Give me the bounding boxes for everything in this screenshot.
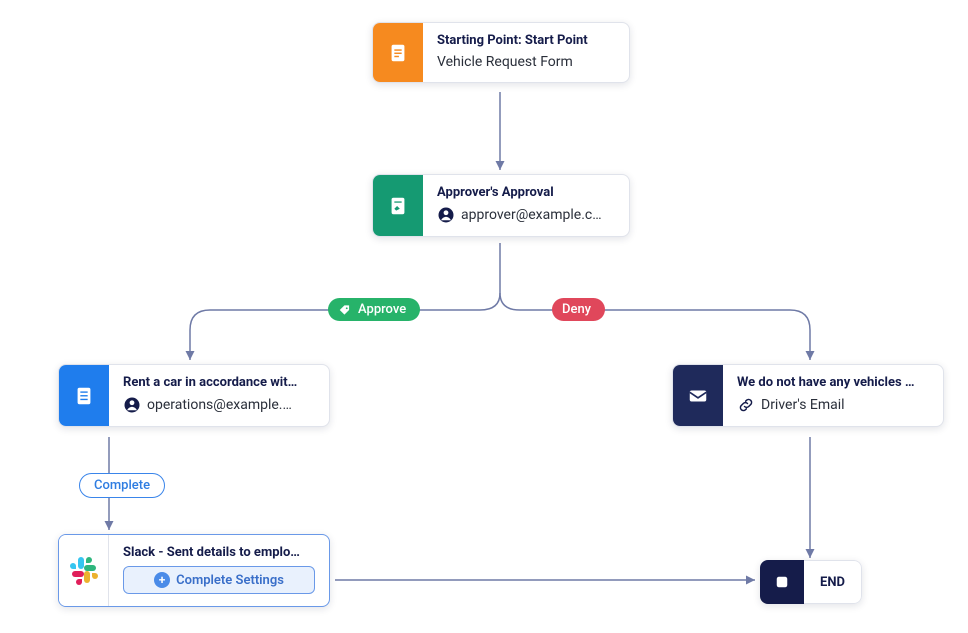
end-label: END [804, 560, 862, 604]
plus-icon: + [154, 572, 170, 588]
reject-sub: Driver's Email [761, 397, 845, 413]
list-document-icon [59, 365, 109, 426]
approve-badge: Approve [328, 298, 420, 321]
complete-settings-button[interactable]: + Complete Settings [123, 566, 315, 594]
envelope-icon [673, 365, 723, 426]
user-icon [437, 206, 455, 224]
start-node[interactable]: Starting Point: Start Point Vehicle Requ… [372, 22, 630, 83]
rent-node[interactable]: Rent a car in accordance wit… operations… [58, 364, 330, 427]
user-icon [123, 396, 141, 414]
reject-title: We do not have any vehicles … [737, 375, 929, 390]
approval-title: Approver's Approval [437, 185, 615, 200]
slack-title: Slack - Sent details to emplo… [123, 545, 315, 560]
complete-badge: Complete [79, 473, 165, 498]
stop-icon [760, 560, 804, 604]
link-icon [737, 396, 755, 414]
approval-node[interactable]: Approver's Approval approver@example.c… [372, 174, 630, 237]
start-subtitle: Vehicle Request Form [437, 54, 615, 70]
deny-badge: Deny [552, 298, 605, 321]
slack-node[interactable]: Slack - Sent details to emplo… + Complet… [58, 534, 330, 607]
sign-document-icon [373, 175, 423, 236]
rent-email: operations@example.… [147, 397, 292, 413]
rent-title: Rent a car in accordance wit… [123, 375, 315, 390]
start-title: Starting Point: Start Point [437, 33, 615, 48]
approval-email: approver@example.c… [461, 207, 602, 223]
tag-icon [338, 303, 352, 317]
slack-icon [59, 535, 109, 606]
document-icon [373, 23, 423, 82]
reject-node[interactable]: We do not have any vehicles … Driver's E… [672, 364, 944, 427]
end-node[interactable]: END [760, 560, 862, 604]
